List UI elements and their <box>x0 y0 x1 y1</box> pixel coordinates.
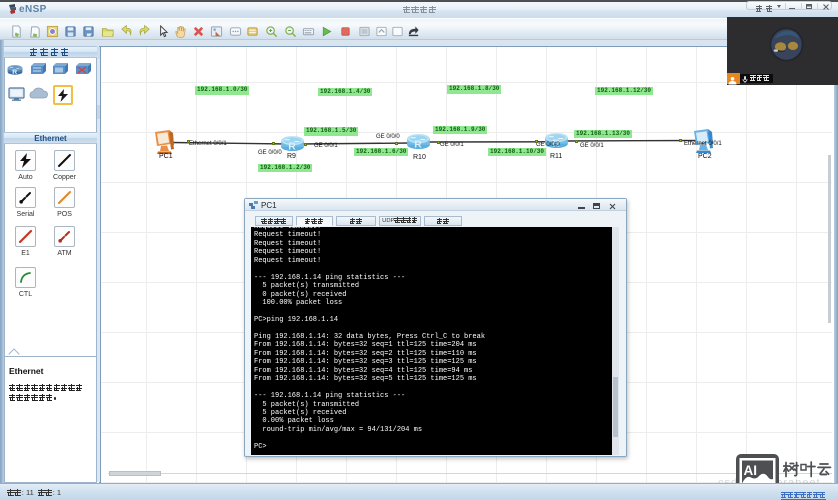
svg-text:R: R <box>12 69 17 76</box>
svg-text:R: R <box>414 140 422 150</box>
svg-text:R: R <box>288 142 296 152</box>
svg-text:AI: AI <box>744 463 758 478</box>
